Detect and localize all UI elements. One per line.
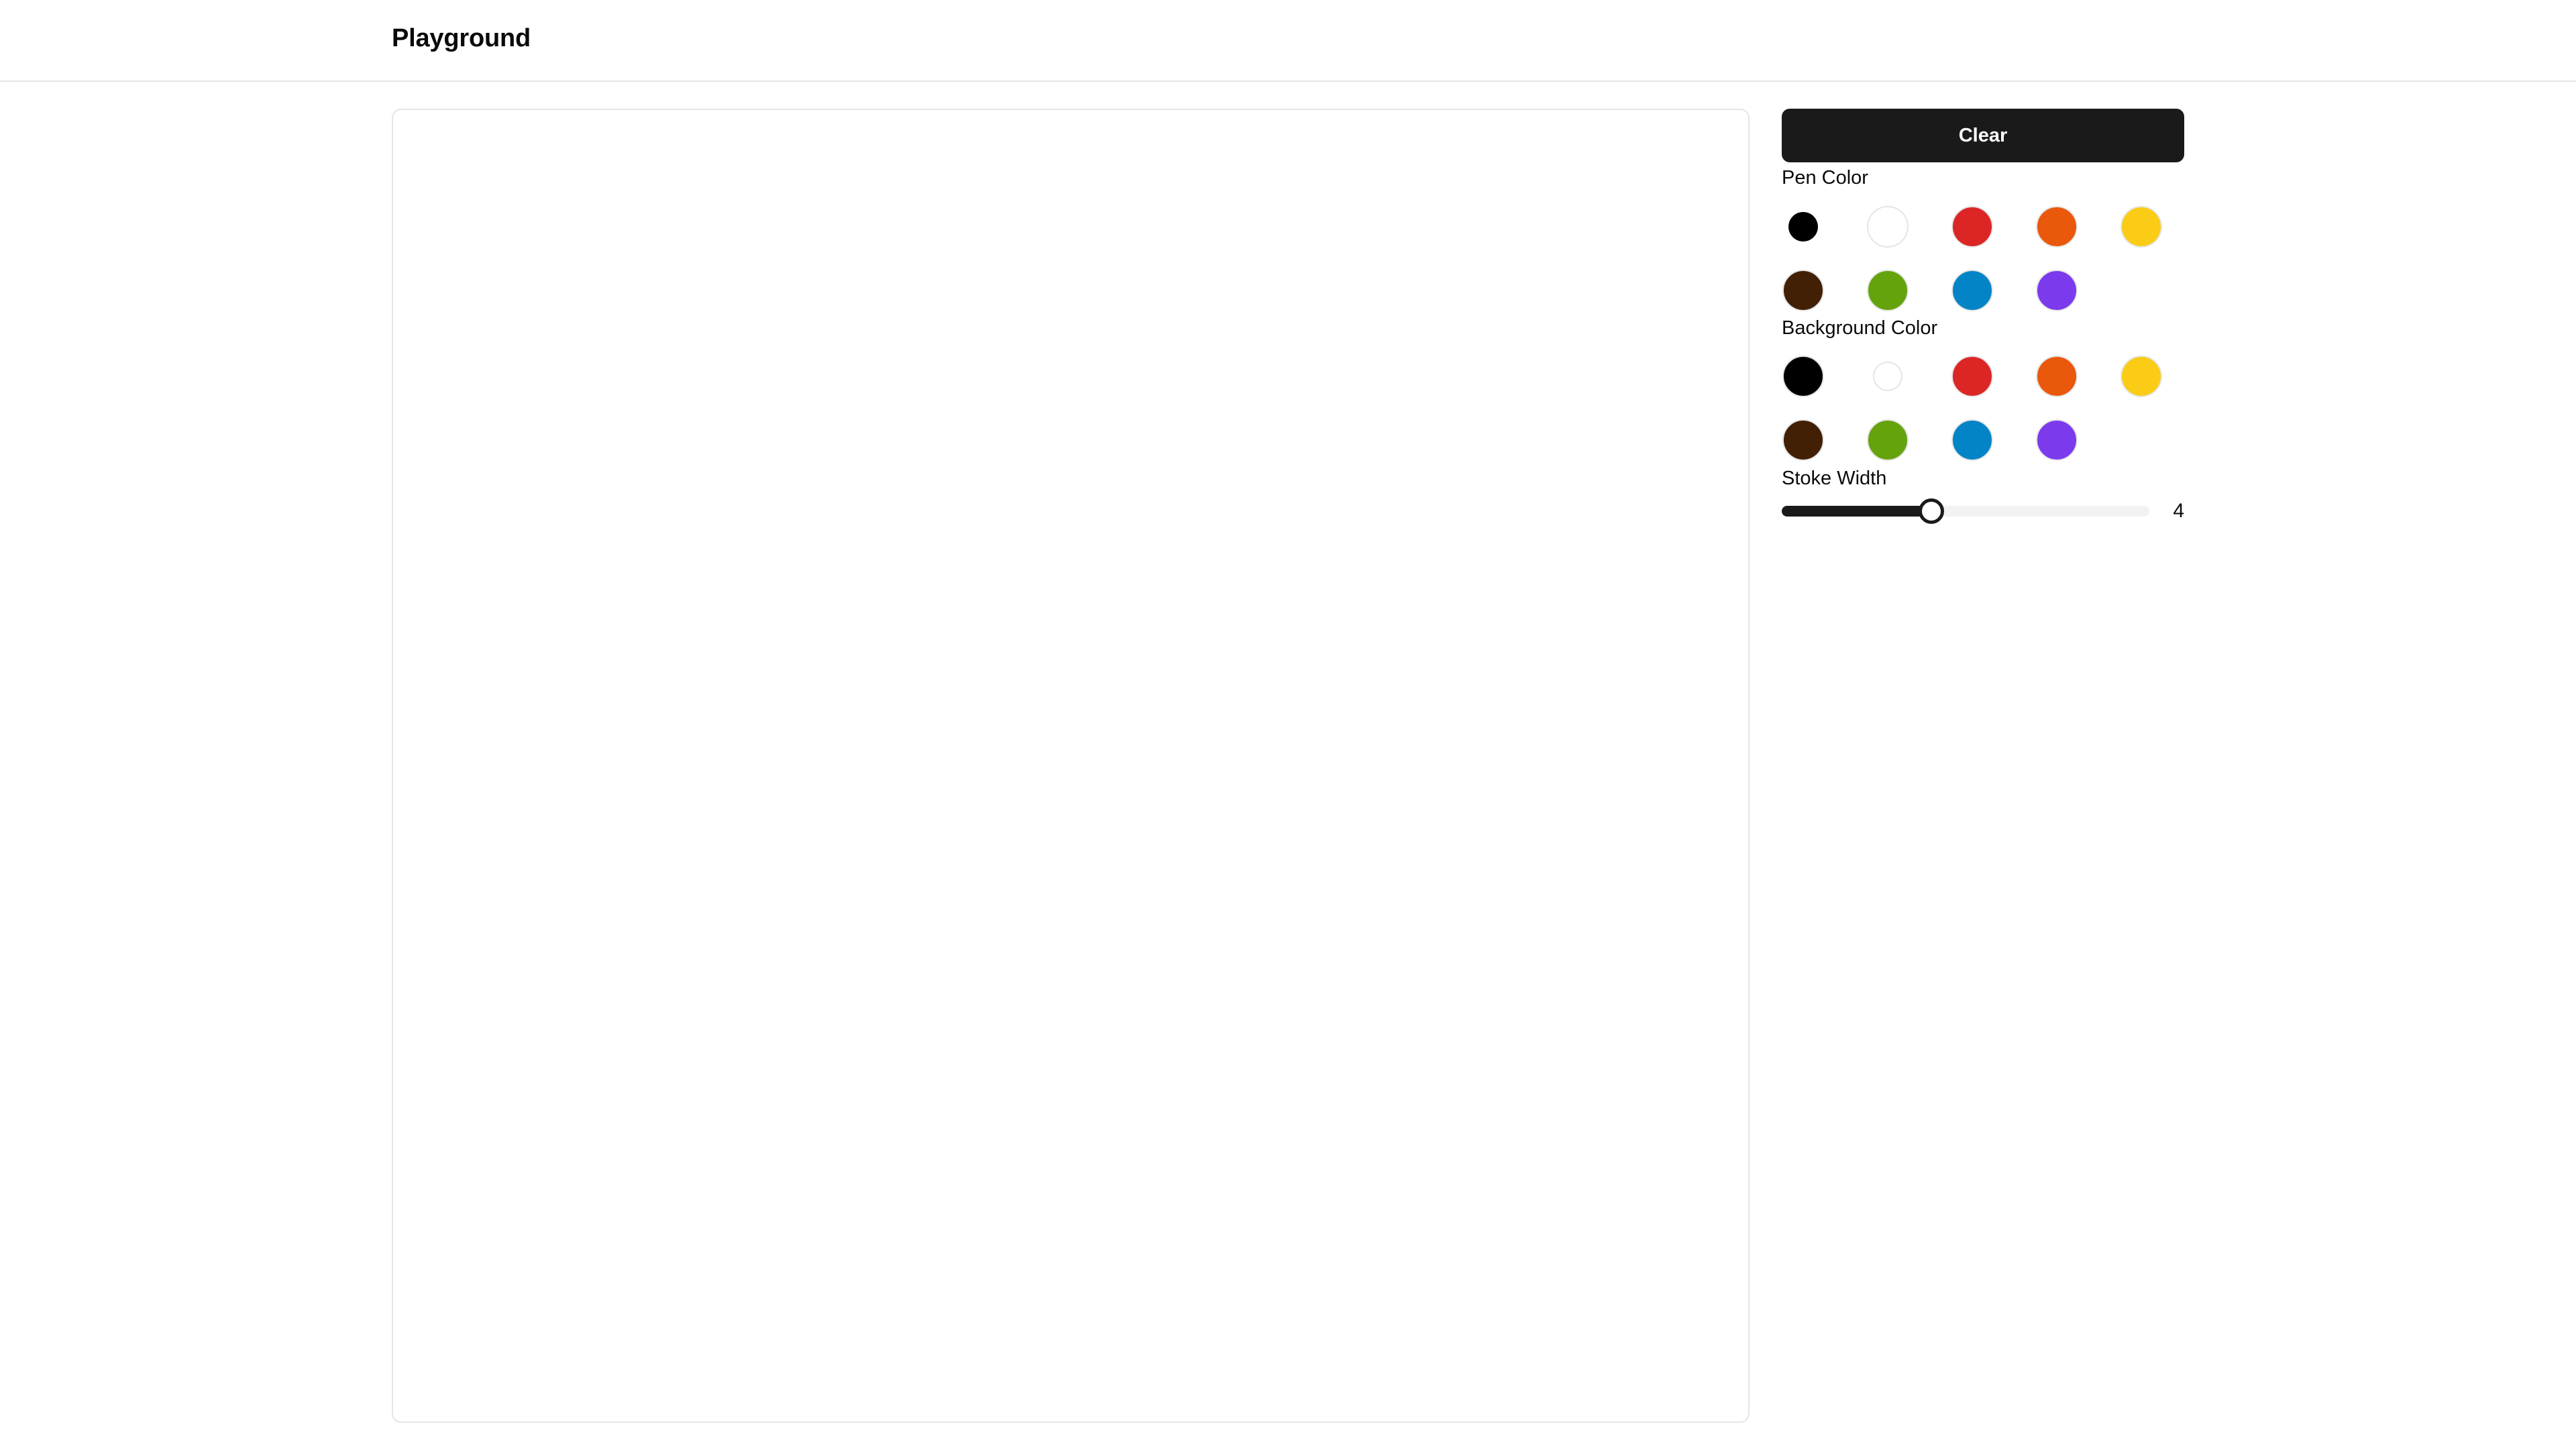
background-color-swatch-yellow[interactable] xyxy=(2121,356,2162,397)
page-title: Playground xyxy=(392,24,531,52)
stroke-width-slider-fill xyxy=(1782,506,1931,517)
background-color-swatch-orange[interactable] xyxy=(2036,356,2078,397)
stroke-width-slider[interactable] xyxy=(1782,498,2149,524)
pen-color-swatch-white[interactable] xyxy=(1867,206,1909,248)
stroke-width-slider-thumb[interactable] xyxy=(1919,498,1944,524)
pen-color-swatch-blue[interactable] xyxy=(1951,270,1993,311)
stroke-width-value: 4 xyxy=(2173,500,2184,522)
pen-color-swatch-black[interactable] xyxy=(1788,212,1818,241)
clear-button[interactable]: Clear xyxy=(1782,109,2184,162)
tool-sidebar: Clear Pen Color Background Color Stoke W… xyxy=(1782,109,2184,524)
stroke-width-label: Stoke Width xyxy=(1782,468,1887,489)
pen-color-label: Pen Color xyxy=(1782,167,1868,189)
pen-color-swatch-yellow[interactable] xyxy=(2121,206,2162,248)
pen-color-swatch-orange[interactable] xyxy=(2036,206,2078,248)
background-color-label: Background Color xyxy=(1782,317,1938,339)
background-color-swatch-blue[interactable] xyxy=(1951,419,1993,461)
background-color-swatch-purple[interactable] xyxy=(2036,419,2078,461)
pen-color-swatch-green[interactable] xyxy=(1867,270,1909,311)
background-color-swatch-green[interactable] xyxy=(1867,419,1909,461)
background-color-swatch-red[interactable] xyxy=(1951,356,1993,397)
background-color-swatch-black[interactable] xyxy=(1782,356,1824,397)
pen-color-swatch-red[interactable] xyxy=(1951,206,1993,248)
pen-color-swatch-purple[interactable] xyxy=(2036,270,2078,311)
background-color-swatch-white[interactable] xyxy=(1873,362,1902,391)
app-header: Playground xyxy=(0,0,2576,82)
background-color-swatch-brown[interactable] xyxy=(1782,419,1824,461)
drawing-canvas[interactable] xyxy=(392,109,1750,1423)
pen-color-swatch-brown[interactable] xyxy=(1782,270,1824,311)
